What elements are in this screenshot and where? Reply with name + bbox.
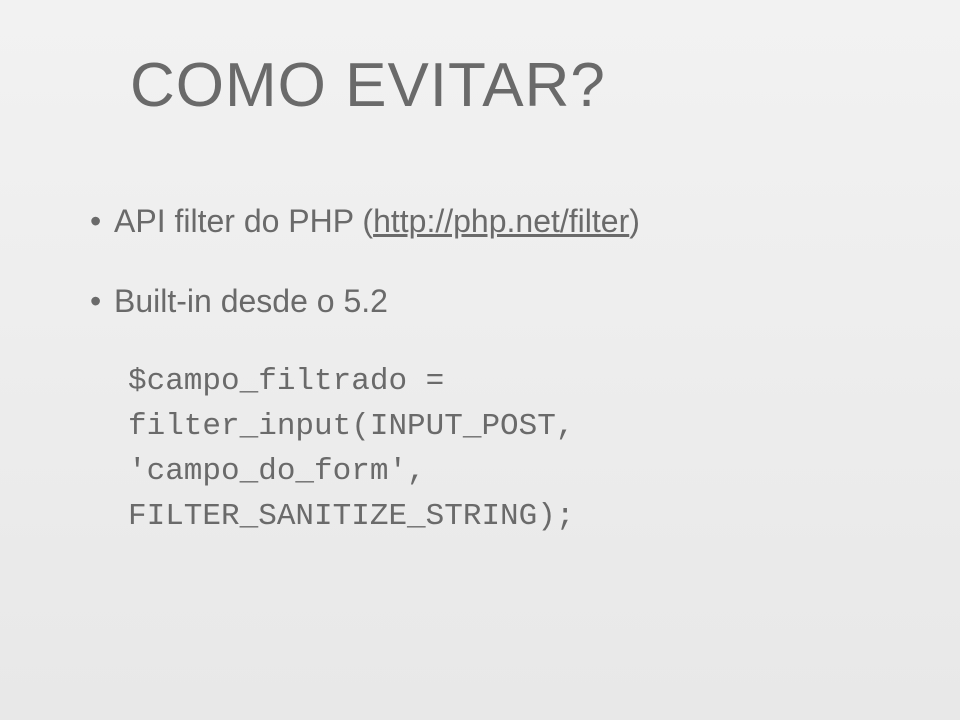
slide-container: COMO EVITAR? API filter do PHP (http://p… [0, 0, 960, 720]
bullet-text-suffix: ) [629, 203, 640, 239]
code-block: $campo_filtrado = filter_input(INPUT_POS… [128, 360, 870, 540]
bullet-list: API filter do PHP (http://php.net/filter… [90, 201, 870, 322]
bullet-item-api-filter: API filter do PHP (http://php.net/filter… [90, 201, 870, 243]
bullet-item-builtin: Built-in desde o 5.2 [90, 281, 870, 323]
slide-title: COMO EVITAR? [130, 50, 870, 121]
bullet-text-prefix: API filter do PHP ( [114, 203, 373, 239]
link-php-filter[interactable]: http://php.net/filter [373, 203, 629, 239]
